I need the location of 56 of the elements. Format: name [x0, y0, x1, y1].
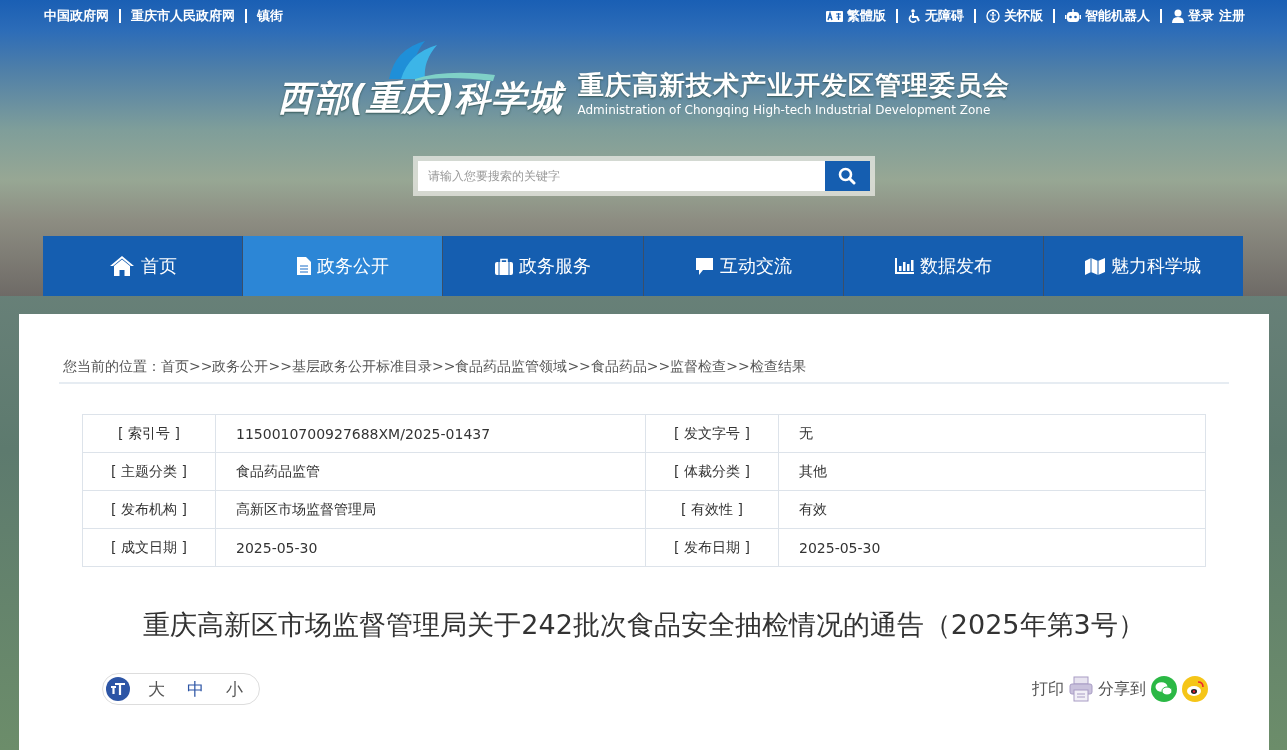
meta-label: [ 有效性 ] [645, 490, 779, 529]
top-link[interactable]: 重庆市人民政府网 [131, 7, 235, 25]
map-icon [1085, 257, 1106, 275]
top-link[interactable]: 中国政府网 [44, 7, 109, 25]
home-icon [108, 255, 135, 277]
meta-label: [ 发文字号 ] [645, 414, 779, 453]
eye-icon[interactable] [1182, 676, 1208, 702]
nav-tab[interactable]: 互动交流 [643, 236, 844, 296]
search-field[interactable]: 请输入您要搜索的关键字 [417, 161, 825, 191]
search-icon [838, 167, 856, 185]
nav-tab[interactable]: 魅力科学城 [1043, 236, 1244, 296]
nav-tab[interactable]: 政务服务 [443, 236, 644, 296]
meta-value: 1150010700927688XM/2025-01437 [215, 414, 646, 453]
share-label: 分享到 [1098, 678, 1146, 700]
toolbar-link[interactable]: 登录 注册 [1172, 7, 1245, 25]
font-size-option[interactable]: 中 [183, 677, 208, 701]
meta-value: 食品药品监管 [215, 452, 646, 491]
bar-chart-icon [894, 258, 914, 274]
print-link[interactable]: 打印 [1032, 678, 1064, 700]
meta-value: 有效 [778, 490, 1206, 529]
speech-bubble-icon [694, 256, 714, 276]
meta-label: [ 索引号 ] [82, 414, 216, 453]
meta-label: [ 主题分类 ] [82, 452, 216, 491]
meta-value: 2025-05-30 [215, 528, 646, 567]
meta-value: 无 [778, 414, 1206, 453]
nav-tab[interactable]: 首页 [43, 236, 244, 296]
meta-value: 其他 [778, 452, 1206, 491]
meta-label: [ 发布机构 ] [82, 490, 216, 529]
meta-label: [ 成文日期 ] [82, 528, 216, 567]
toolbar-link[interactable]: 无障碍 [908, 7, 965, 25]
meta-value: 高新区市场监督管理局 [215, 490, 646, 529]
robot-icon [1065, 9, 1082, 23]
wheelchair-icon [908, 9, 922, 23]
toolbar-link[interactable]: 繁體版 [826, 7, 887, 25]
document-icon [296, 257, 311, 275]
translate-icon [826, 10, 844, 22]
meta-label: [ 发布日期 ] [645, 528, 779, 567]
chat-bubbles-icon[interactable] [1151, 676, 1177, 702]
font-size-option[interactable]: 大 [144, 677, 169, 701]
breadcrumb: 您当前的位置：首页>>政务公开>>基层政务公开标准目录>>食品药品监管领域>>食品药品>>监督检查>>检查结果 [59, 358, 1229, 384]
briefcase-icon [494, 257, 513, 275]
top-link[interactable]: 镇街 [257, 7, 283, 25]
article-title: 重庆高新区市场监督管理局关于242批次食品安全抽检情况的通告（2025年第3号） [142, 608, 1146, 642]
meta-value: 2025-05-30 [778, 528, 1206, 567]
meta-label: [ 体裁分类 ] [645, 452, 779, 491]
nav-tab[interactable]: 数据发布 [843, 236, 1044, 296]
nav-tab[interactable]: 政务公开 [243, 236, 444, 296]
text-size-icon [106, 677, 130, 701]
accessibility-icon [986, 9, 1001, 23]
toolbar-link[interactable]: 智能机器人 [1065, 7, 1151, 25]
organization-subtitle: Administration of Chongqing High-tech Industrial Development Zone [577, 103, 992, 117]
toolbar-link[interactable]: 关怀版 [986, 7, 1044, 25]
user-icon [1172, 9, 1185, 23]
organization-title: 重庆高新技术产业开发区管理委员会 [577, 69, 1010, 102]
font-size-option[interactable]: 小 [222, 677, 247, 701]
search-button[interactable] [824, 161, 870, 191]
